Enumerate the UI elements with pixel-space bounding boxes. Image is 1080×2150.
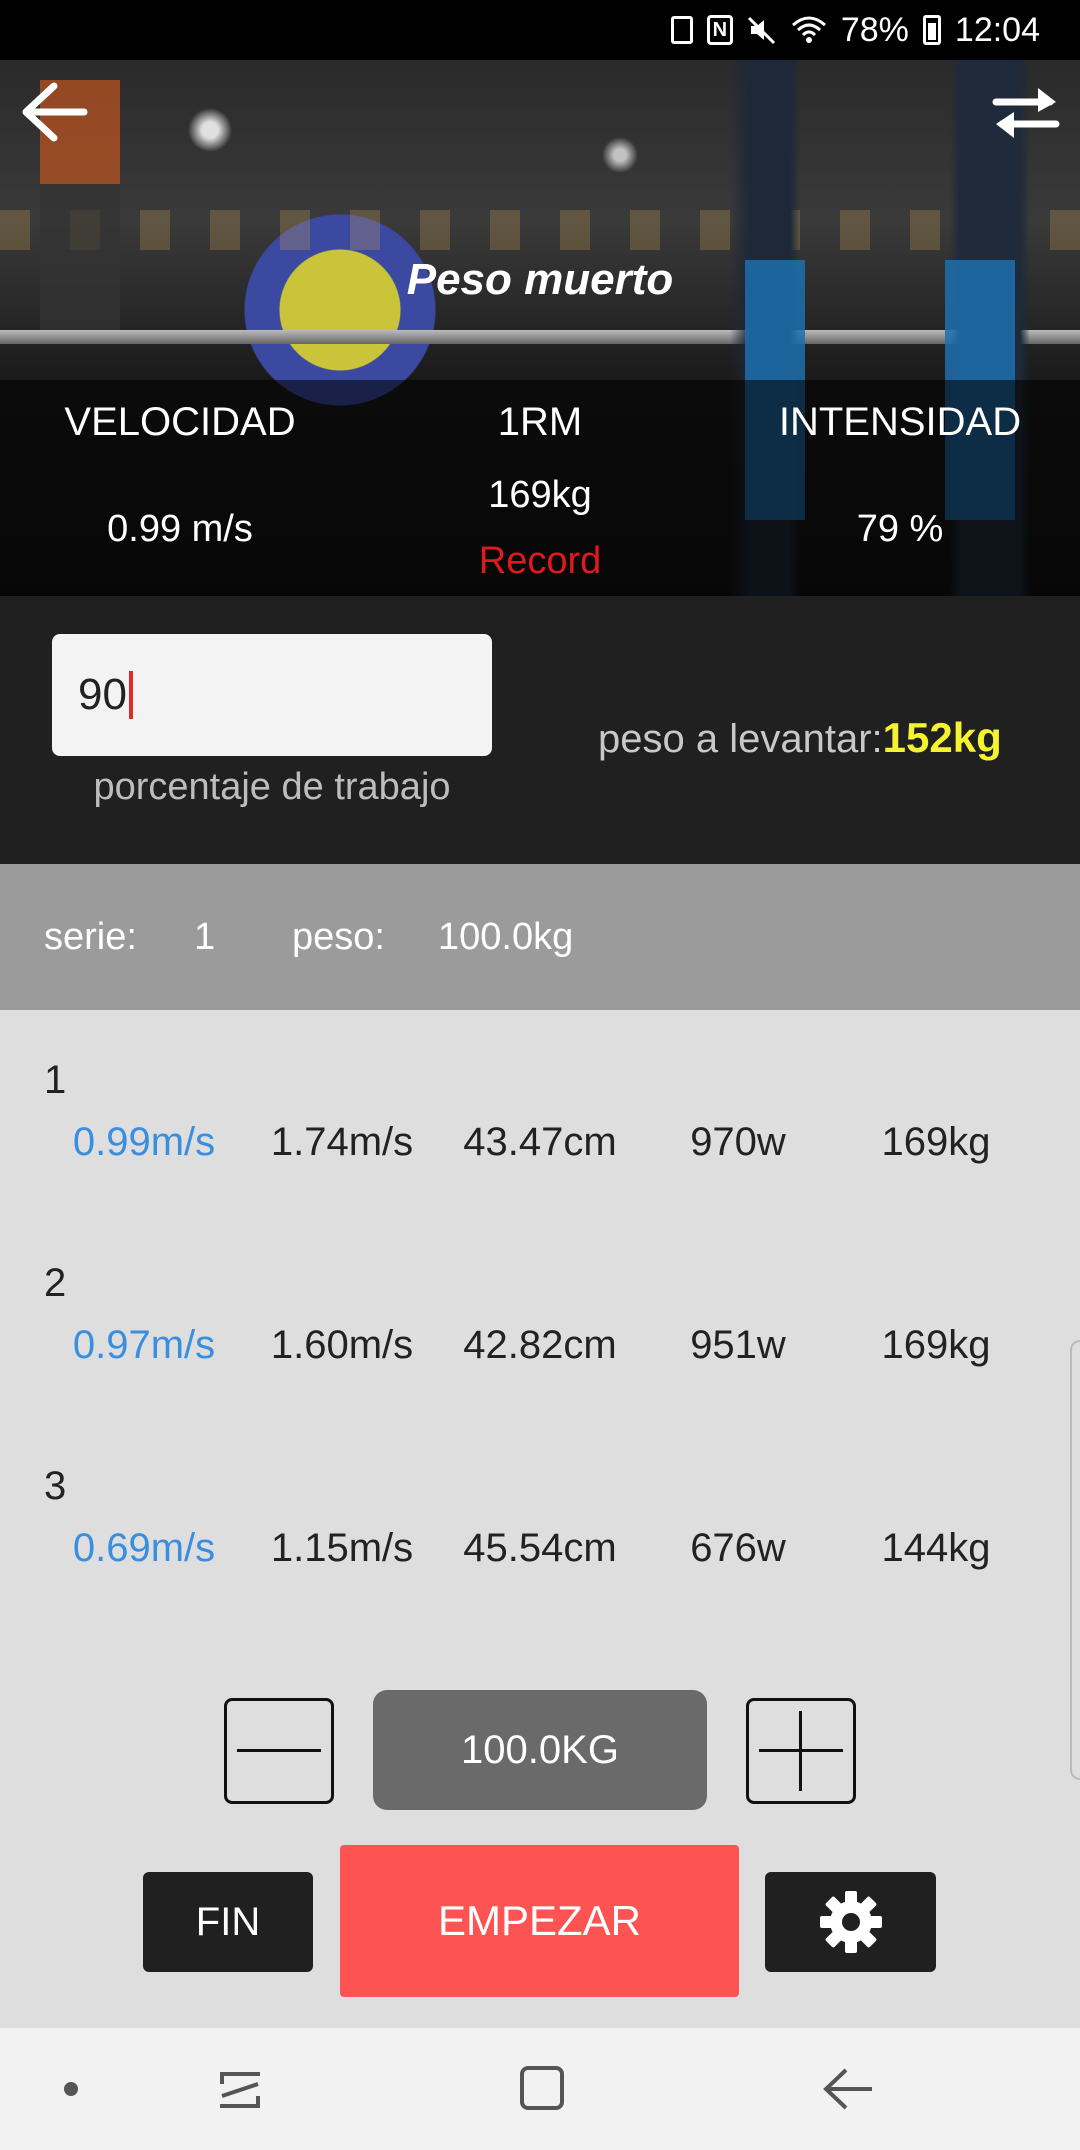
- percentage-label: porcentaje de trabajo: [93, 766, 451, 808]
- velocity-value: 0.99 m/s: [107, 508, 253, 550]
- distance: 42.82cm: [463, 1323, 617, 1367]
- serie-number: 1: [194, 916, 216, 958]
- lift-value: 152kg: [882, 714, 1002, 761]
- mean-velocity: 0.69m/s: [72, 1526, 216, 1570]
- settings-button[interactable]: [765, 1872, 936, 1972]
- peak-velocity: 1.74m/s: [270, 1120, 414, 1164]
- mean-velocity: 0.97m/s: [72, 1323, 216, 1367]
- estimated-1rm: 169kg: [881, 1323, 991, 1367]
- distance: 45.54cm: [463, 1526, 617, 1570]
- power: 970w: [690, 1120, 786, 1164]
- back-arrow-icon[interactable]: [18, 80, 90, 144]
- rm-label: 1RM: [497, 400, 583, 444]
- status-bar: N 78% 12:04: [0, 0, 1080, 60]
- serie-header: serie: 1 peso: 100.0kg: [0, 864, 1080, 1010]
- start-button[interactable]: EMPEZAR: [340, 1845, 739, 1997]
- list-item: 2 0.97m/s 1.60m/s 42.82cm 951w 169kg: [0, 1213, 1080, 1413]
- work-percentage-panel: 90 porcentaje de trabajo peso a levantar…: [0, 596, 1080, 864]
- nfc-icon: N: [706, 15, 733, 45]
- power: 951w: [690, 1323, 786, 1367]
- clock: 12:04: [954, 10, 1040, 49]
- scroll-edge-handle[interactable]: [1070, 1340, 1080, 1780]
- peak-velocity: 1.60m/s: [270, 1323, 414, 1367]
- increase-weight-button[interactable]: [746, 1698, 856, 1804]
- lift-weight: peso a levantar:152kg: [598, 714, 1002, 762]
- notification-icon: [670, 16, 693, 44]
- rep-number: 3: [44, 1464, 67, 1508]
- rep-number: 1: [44, 1058, 67, 1102]
- velocity-label: VELOCIDAD: [64, 400, 296, 444]
- serie-label: serie:: [44, 916, 137, 958]
- gear-icon: [819, 1891, 882, 1953]
- home-icon[interactable]: [518, 2064, 566, 2112]
- record-label: Record: [478, 540, 602, 582]
- system-navigation-bar: [0, 2028, 1080, 2150]
- percentage-input[interactable]: 90: [52, 634, 492, 756]
- lift-label: peso a levantar:: [598, 717, 883, 761]
- stats-panel: VELOCIDAD 0.99 m/s 1RM 169kg Record INTE…: [0, 380, 1080, 596]
- finish-button[interactable]: FIN: [143, 1872, 313, 1972]
- weight-display[interactable]: 100.0KG: [373, 1690, 707, 1810]
- percentage-input-value: 90: [78, 670, 127, 719]
- distance: 43.47cm: [463, 1120, 617, 1164]
- swap-icon[interactable]: [988, 80, 1064, 144]
- intensity-value: 79 %: [856, 508, 944, 550]
- decrease-weight-button[interactable]: [224, 1698, 334, 1804]
- recent-apps-icon[interactable]: [210, 2062, 270, 2118]
- peak-velocity: 1.15m/s: [270, 1526, 414, 1570]
- list-item: 1 0.99m/s 1.74m/s 43.47cm 970w 169kg: [0, 1010, 1080, 1210]
- intensity-label: INTENSIDAD: [778, 400, 1022, 444]
- mute-icon: [747, 16, 775, 45]
- system-back-icon[interactable]: [818, 2064, 878, 2114]
- wifi-icon: [791, 16, 826, 43]
- rm-value: 169kg: [488, 474, 592, 516]
- estimated-1rm: 169kg: [881, 1120, 991, 1164]
- peso-value: 100.0kg: [438, 916, 574, 958]
- nav-dot-icon[interactable]: [64, 2082, 78, 2096]
- estimated-1rm: 144kg: [881, 1526, 991, 1570]
- text-cursor: [128, 671, 133, 719]
- rep-number: 2: [44, 1261, 67, 1305]
- battery-icon: [922, 15, 941, 45]
- peso-label: peso:: [292, 916, 385, 958]
- battery-percent: 78%: [840, 10, 909, 49]
- exercise-title: Peso muerto: [406, 255, 674, 304]
- list-item: 3 0.69m/s 1.15m/s 45.54cm 676w 144kg: [0, 1416, 1080, 1616]
- power: 676w: [690, 1526, 786, 1570]
- mean-velocity: 0.99m/s: [72, 1120, 216, 1164]
